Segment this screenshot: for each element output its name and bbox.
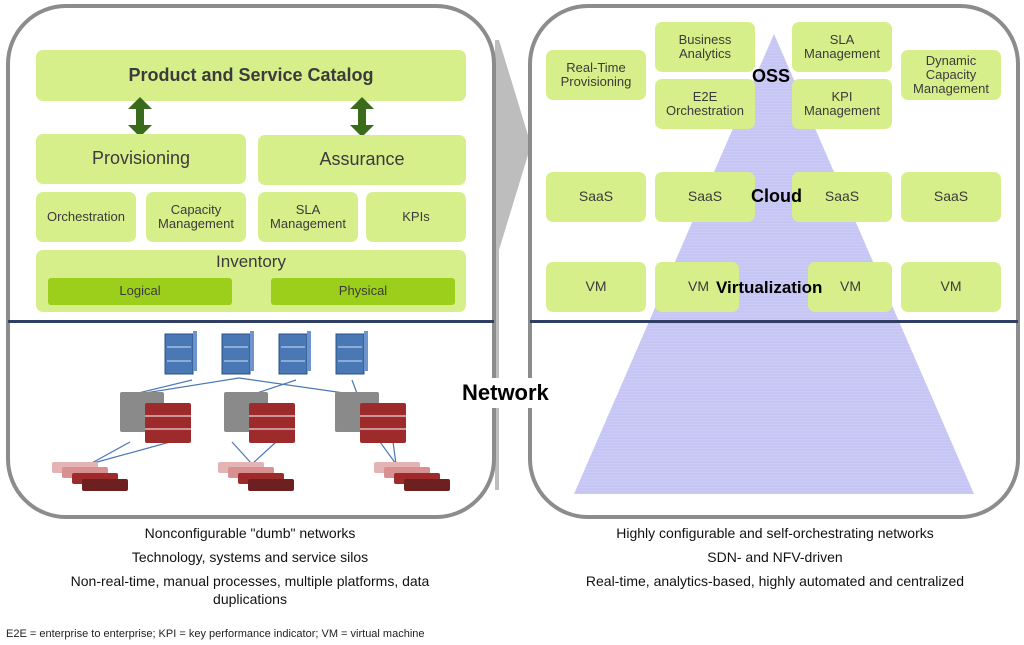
capacity-management-label: Capacity Management [158,201,234,231]
orchestration-box: Orchestration [36,192,136,242]
network-divider-left [8,320,494,323]
sla-management-label: SLA Management [804,31,880,61]
capacity-management-box: Capacity Management [146,192,246,242]
saas-label: SaaS [933,188,969,205]
legacy-caption-3: Non-real-time, manual processes, multipl… [70,573,430,607]
saas-label: SaaS [824,188,860,205]
bidirectional-arrow-icon [350,97,374,137]
physical-label: Physical [338,283,388,299]
kpis-box: KPIs [366,192,466,242]
vm-label: VM [940,278,962,295]
saas-box: SaaS [792,172,892,222]
provisioning-label: Provisioning [91,148,191,169]
kpi-management-label: KPI Management [804,88,880,118]
assurance-label: Assurance [319,149,405,170]
cloud-label: Cloud [751,186,802,206]
logical-box: Logical [48,278,232,305]
saas-label: SaaS [687,188,723,205]
vm-box: VM [901,262,1001,312]
sla-management-box: SLA Management [792,22,892,72]
sla-management-box: SLA Management [258,192,358,242]
logical-label: Logical [119,283,161,299]
bidirectional-arrow-icon [128,97,152,137]
vm-box: VM [546,262,646,312]
router-stacks [52,462,450,491]
sla-management-label: SLA Management [270,201,346,231]
saas-box: SaaS [546,172,646,222]
e2e-orchestration-label: E2E Orchestration [665,88,745,118]
provisioning-box: Provisioning [36,134,246,184]
vm-label: VM [585,278,607,295]
abbreviations-footnote: E2E = enterprise to enterprise; KPI = ke… [6,628,425,640]
real-time-provisioning-box: Real-Time Provisioning [546,50,646,100]
virtualization-label: Virtualization [716,278,823,297]
business-analytics-label: Business Analytics [678,31,732,61]
kpis-label: KPIs [402,208,430,224]
orchestration-label: Orchestration [46,208,126,224]
business-analytics-box: Business Analytics [655,22,755,72]
assurance-box: Assurance [258,135,466,185]
network-label: Network [462,380,549,405]
vm-label: VM [688,278,709,295]
saas-box: SaaS [655,172,755,222]
saas-box: SaaS [901,172,1001,222]
kpi-management-box: KPI Management [792,79,892,129]
dynamic-capacity-management-label: Dynamic Capacity Management [913,52,989,97]
oss-label: OSS [752,66,791,86]
legacy-caption-1: Nonconfigurable "dumb" networks [144,525,356,541]
saas-label: SaaS [578,188,614,205]
physical-box: Physical [271,278,455,305]
dynamic-capacity-management-box: Dynamic Capacity Management [901,50,1001,100]
network-divider-right [530,320,1018,323]
modern-caption-2: SDN- and NFV-driven [707,549,843,565]
legacy-caption-2: Technology, systems and service silos [131,549,369,565]
modern-caption-3: Real-time, analytics-based, highly autom… [585,573,965,589]
inventory-label: Inventory [216,252,286,271]
legacy-network-illustration [52,331,450,491]
switch-stacks [120,392,406,443]
e2e-orchestration-box: E2E Orchestration [655,79,755,129]
catalog-label: Product and Service Catalog [128,64,374,85]
modern-caption-1: Highly configurable and self-orchestrati… [616,525,934,541]
server-icons [164,331,368,375]
vm-label: VM [840,278,861,295]
real-time-provisioning-label: Real-Time Provisioning [560,59,632,89]
catalog-box: Product and Service Catalog [36,50,466,101]
